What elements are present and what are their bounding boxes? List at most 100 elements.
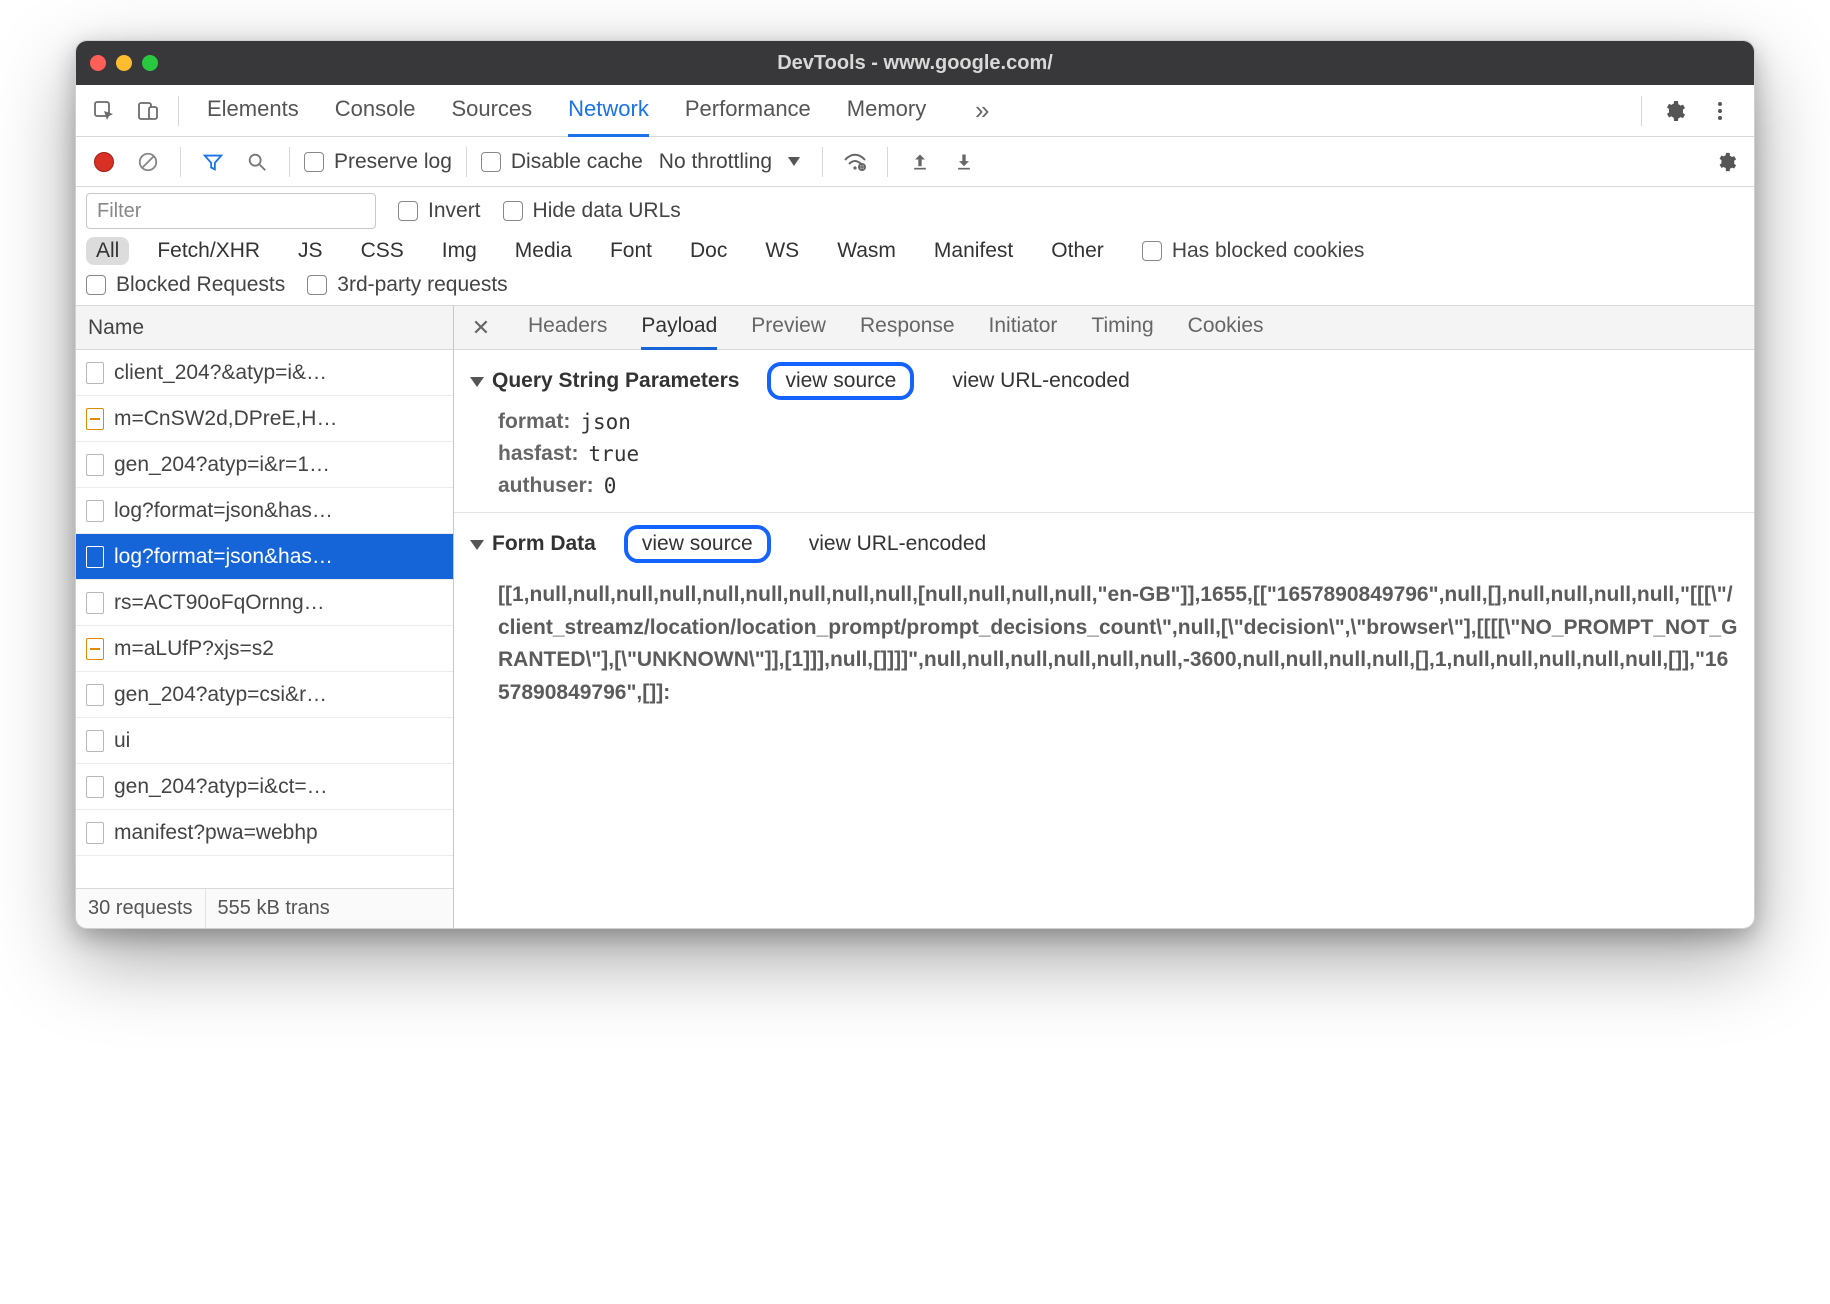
query-view-source-link[interactable]: view source xyxy=(767,362,914,400)
param-value: json xyxy=(580,410,631,434)
disclosure-triangle-icon xyxy=(470,377,484,387)
request-row[interactable]: m=aLUfP?xjs=s2 xyxy=(76,626,453,672)
detail-tab-initiator[interactable]: Initiator xyxy=(989,306,1058,350)
throttling-select[interactable]: No throttling xyxy=(651,150,808,174)
type-filter-all[interactable]: All xyxy=(86,237,129,265)
tab-elements[interactable]: Elements xyxy=(207,85,299,137)
request-detail-panel: ✕ Headers Payload Preview Response Initi… xyxy=(454,306,1754,928)
type-filter-media[interactable]: Media xyxy=(505,237,582,265)
network-conditions-icon[interactable] xyxy=(837,144,873,180)
filter-bar: Filter Invert Hide data URLs All Fetch/XH… xyxy=(76,187,1754,306)
tab-sources[interactable]: Sources xyxy=(451,85,532,137)
search-icon[interactable] xyxy=(239,144,275,180)
disable-cache-checkbox[interactable]: Disable cache xyxy=(481,150,643,174)
tab-memory[interactable]: Memory xyxy=(847,85,926,137)
document-file-icon xyxy=(86,776,104,798)
detail-tab-response[interactable]: Response xyxy=(860,306,955,350)
inspect-element-icon[interactable] xyxy=(84,91,124,131)
request-name: log?format=json&has… xyxy=(114,499,443,523)
window-minimize-button[interactable] xyxy=(116,55,132,71)
clear-icon[interactable] xyxy=(130,144,166,180)
param-key: hasfast: xyxy=(498,442,579,466)
detail-tab-headers[interactable]: Headers xyxy=(528,306,607,350)
network-body: Name client_204?&atyp=i&…m=CnSW2d,DPreE,… xyxy=(76,306,1754,928)
separator xyxy=(289,147,290,177)
query-view-url-encoded-link[interactable]: view URL-encoded xyxy=(942,367,1139,395)
type-filter-img[interactable]: Img xyxy=(432,237,487,265)
network-settings-gear-icon[interactable] xyxy=(1708,144,1744,180)
resource-type-filters: All Fetch/XHR JS CSS Img Media Font Doc WS Wasm Ma… xyxy=(86,237,1744,265)
param-value: true xyxy=(589,442,640,466)
request-row[interactable]: gen_204?atyp=csi&r… xyxy=(76,672,453,718)
request-name: gen_204?atyp=i&ct=… xyxy=(114,775,443,799)
tab-performance[interactable]: Performance xyxy=(685,85,811,137)
query-string-title: Query String Parameters xyxy=(492,369,739,393)
form-data-section: Form Data view source view URL-encoded [… xyxy=(454,513,1754,723)
throttling-value: No throttling xyxy=(659,150,772,174)
param-key: authuser: xyxy=(498,474,594,498)
type-filter-manifest[interactable]: Manifest xyxy=(924,237,1023,265)
has-blocked-cookies-checkbox[interactable]: Has blocked cookies xyxy=(1142,239,1365,263)
kebab-menu-icon[interactable] xyxy=(1700,91,1740,131)
request-row[interactable]: client_204?&atyp=i&… xyxy=(76,350,453,396)
request-row[interactable]: ui xyxy=(76,718,453,764)
request-list-header[interactable]: Name xyxy=(76,306,453,350)
invert-checkbox[interactable]: Invert xyxy=(398,199,481,223)
preserve-log-checkbox[interactable]: Preserve log xyxy=(304,150,452,174)
record-button[interactable] xyxy=(86,144,122,180)
close-detail-icon[interactable]: ✕ xyxy=(468,315,494,341)
request-row[interactable]: m=CnSW2d,DPreE,H… xyxy=(76,396,453,442)
script-file-icon xyxy=(86,408,104,430)
request-row[interactable]: manifest?pwa=webhp xyxy=(76,810,453,856)
window-zoom-button[interactable] xyxy=(142,55,158,71)
detail-tab-cookies[interactable]: Cookies xyxy=(1188,306,1264,350)
request-row[interactable]: rs=ACT90oFqOrnng… xyxy=(76,580,453,626)
type-filter-font[interactable]: Font xyxy=(600,237,662,265)
type-filter-wasm[interactable]: Wasm xyxy=(827,237,906,265)
settings-gear-icon[interactable] xyxy=(1654,91,1694,131)
request-name: ui xyxy=(114,729,443,753)
upload-har-icon[interactable] xyxy=(902,144,938,180)
type-filter-other[interactable]: Other xyxy=(1041,237,1114,265)
request-row[interactable]: gen_204?atyp=i&r=1… xyxy=(76,442,453,488)
transfer-size: 555 kB trans xyxy=(206,889,342,928)
hide-data-urls-checkbox[interactable]: Hide data URLs xyxy=(503,199,681,223)
tab-console[interactable]: Console xyxy=(335,85,416,137)
device-toolbar-icon[interactable] xyxy=(128,91,168,131)
devtools-window: DevTools - www.google.com/ Elements Cons… xyxy=(75,40,1755,929)
form-data-title-row[interactable]: Form Data xyxy=(470,532,596,556)
third-party-checkbox[interactable]: 3rd-party requests xyxy=(307,273,507,297)
query-string-title-row[interactable]: Query String Parameters xyxy=(470,369,739,393)
detail-tab-preview[interactable]: Preview xyxy=(751,306,826,350)
filter-input[interactable]: Filter xyxy=(86,193,376,229)
form-data-content: [[1,null,null,null,null,null,null,null,n… xyxy=(470,573,1738,709)
request-name: gen_204?atyp=i&r=1… xyxy=(114,453,443,477)
request-row[interactable]: log?format=json&has… xyxy=(76,488,453,534)
download-har-icon[interactable] xyxy=(946,144,982,180)
request-row[interactable]: log?format=json&has… xyxy=(76,534,453,580)
form-view-url-encoded-link[interactable]: view URL-encoded xyxy=(799,530,996,558)
document-file-icon xyxy=(86,592,104,614)
blocked-requests-label: Blocked Requests xyxy=(116,273,285,297)
main-right-tools xyxy=(1635,91,1746,131)
detail-tab-payload[interactable]: Payload xyxy=(641,306,717,350)
filter-toggle-icon[interactable] xyxy=(195,144,231,180)
type-filter-js[interactable]: JS xyxy=(288,237,333,265)
type-filter-fetch-xhr[interactable]: Fetch/XHR xyxy=(147,237,270,265)
window-close-button[interactable] xyxy=(90,55,106,71)
form-data-title: Form Data xyxy=(492,532,596,556)
query-param-list: format:jsonhasfast:trueauthuser:0 xyxy=(470,410,1738,498)
detail-tab-timing[interactable]: Timing xyxy=(1091,306,1153,350)
request-row[interactable]: gen_204?atyp=i&ct=… xyxy=(76,764,453,810)
request-status-bar: 30 requests 555 kB trans xyxy=(76,888,453,928)
has-blocked-cookies-label: Has blocked cookies xyxy=(1172,239,1365,263)
type-filter-doc[interactable]: Doc xyxy=(680,237,737,265)
blocked-requests-checkbox[interactable]: Blocked Requests xyxy=(86,273,285,297)
type-filter-ws[interactable]: WS xyxy=(755,237,809,265)
traffic-lights xyxy=(90,55,158,71)
tab-network[interactable]: Network xyxy=(568,85,649,137)
type-filter-css[interactable]: CSS xyxy=(351,237,414,265)
network-toolbar: Preserve log Disable cache No throttling xyxy=(76,137,1754,187)
form-view-source-link[interactable]: view source xyxy=(624,525,771,563)
more-tabs-icon[interactable]: » xyxy=(962,91,1002,131)
